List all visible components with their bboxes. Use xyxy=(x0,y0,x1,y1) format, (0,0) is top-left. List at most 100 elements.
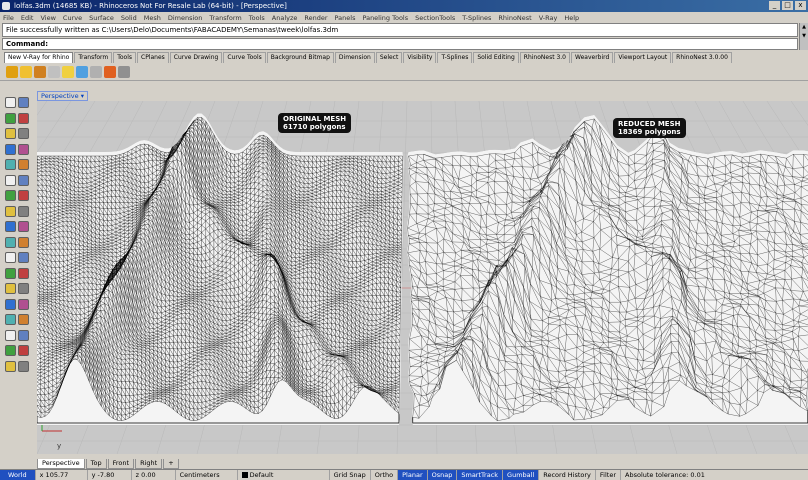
menu-paneling-tools[interactable]: Paneling Tools xyxy=(362,14,408,22)
layer-icon[interactable] xyxy=(18,345,29,356)
box-icon[interactable] xyxy=(5,190,16,201)
offset-icon[interactable] xyxy=(5,236,16,248)
osnap-toggle[interactable]: Osnap xyxy=(427,470,458,480)
menu-help[interactable]: Help xyxy=(564,14,579,22)
record-history-toggle[interactable]: Record History xyxy=(539,470,596,480)
add-viewport-tab-button[interactable]: + xyxy=(163,459,179,469)
sphere-icon[interactable] xyxy=(18,190,29,201)
menu-edit[interactable]: Edit xyxy=(21,14,34,22)
vray-help-icon[interactable] xyxy=(118,65,130,78)
circle-icon[interactable] xyxy=(5,128,16,139)
viewport-tab-front[interactable]: Front xyxy=(107,459,135,469)
original-mesh[interactable] xyxy=(37,113,404,426)
copy-icon[interactable] xyxy=(18,283,29,294)
mirror-icon[interactable] xyxy=(5,314,16,325)
text-icon[interactable] xyxy=(5,345,16,356)
toolbar-tab-weaverbird[interactable]: Weaverbird xyxy=(571,52,614,63)
toolbar-tab-solid-editing[interactable]: Solid Editing xyxy=(473,52,519,63)
ellipse-icon[interactable] xyxy=(5,143,16,155)
fillet-icon[interactable] xyxy=(18,221,29,232)
cylinder-icon[interactable] xyxy=(5,205,16,217)
scale-icon[interactable] xyxy=(18,298,29,310)
menu-transform[interactable]: Transform xyxy=(209,14,241,22)
extrude-icon[interactable] xyxy=(18,174,29,186)
polyline-icon[interactable] xyxy=(5,112,16,124)
toolbar-tab-rhinonest-3-0-00[interactable]: RhinoNest 3.0.00 xyxy=(672,52,732,63)
menu-rhinonest[interactable]: RhinoNest xyxy=(498,14,531,22)
vray-proxy-icon[interactable] xyxy=(90,65,102,78)
toolbar-tab-background-bitmap[interactable]: Background Bitmap xyxy=(266,52,334,63)
analyze-icon[interactable] xyxy=(5,329,16,341)
close-button[interactable]: x xyxy=(795,1,806,10)
grid-snap-toggle[interactable]: Grid Snap xyxy=(330,470,371,480)
move-icon[interactable] xyxy=(5,283,16,294)
vray-material-icon[interactable] xyxy=(48,65,60,78)
menu-mesh[interactable]: Mesh xyxy=(144,14,161,22)
menu-solid[interactable]: Solid xyxy=(121,14,137,22)
toolbar-tab-dimension[interactable]: Dimension xyxy=(334,52,375,63)
toolbar-tab-transform[interactable]: Transform xyxy=(74,52,113,63)
point-icon[interactable] xyxy=(18,97,29,108)
maximize-button[interactable]: □ xyxy=(782,1,793,10)
toolbar-tab-visibility[interactable]: Visibility xyxy=(403,52,437,63)
toolbar-tab-new-v-ray-for-rhino[interactable]: New V-Ray for Rhino xyxy=(4,52,74,63)
menu-tools[interactable]: Tools xyxy=(249,14,265,22)
vray-sun-icon[interactable] xyxy=(76,65,88,78)
viewport-menu-arrow-icon[interactable]: ▾ xyxy=(81,92,84,100)
planar-toggle[interactable]: Planar xyxy=(398,470,428,480)
arc-icon[interactable] xyxy=(18,128,29,139)
viewport-tab-right[interactable]: Right xyxy=(135,459,163,469)
split-icon[interactable] xyxy=(5,252,16,263)
properties-icon[interactable] xyxy=(5,360,16,372)
rotate-icon[interactable] xyxy=(5,298,16,310)
vray-render-icon[interactable] xyxy=(6,65,18,78)
join-icon[interactable] xyxy=(18,252,29,263)
reduced-mesh[interactable] xyxy=(406,114,808,425)
gumball-toggle[interactable]: Gumball xyxy=(503,470,540,480)
menu-sectiontools[interactable]: SectionTools xyxy=(415,14,455,22)
menu-analyze[interactable]: Analyze xyxy=(272,14,298,22)
toolbar-tab-curve-tools[interactable]: Curve Tools xyxy=(223,52,266,63)
viewport-tab-perspective[interactable]: Perspective xyxy=(37,459,85,469)
surface-icon[interactable] xyxy=(5,174,16,186)
menu-panels[interactable]: Panels xyxy=(335,14,356,22)
toolbar-tab-tools[interactable]: Tools xyxy=(113,52,136,63)
group-icon[interactable] xyxy=(18,267,29,279)
render-icon[interactable] xyxy=(18,360,29,372)
vray-frame-buffer-icon[interactable] xyxy=(34,65,46,78)
explode-icon[interactable] xyxy=(5,267,16,279)
toolbar-tab-select[interactable]: Select xyxy=(375,52,403,63)
menu-file[interactable]: File xyxy=(3,14,14,22)
toolbar-tab-t-splines[interactable]: T-Splines xyxy=(437,52,473,63)
toolbar-tab-curve-drawing[interactable]: Curve Drawing xyxy=(169,52,223,63)
menu-render[interactable]: Render xyxy=(304,14,327,22)
vray-fur-icon[interactable] xyxy=(104,65,116,78)
menu-t-splines[interactable]: T-Splines xyxy=(462,14,491,22)
viewport-tab-top[interactable]: Top xyxy=(85,459,107,469)
toolbar-tab-rhinonest-3-0[interactable]: RhinoNest 3.0 xyxy=(519,52,571,63)
menu-view[interactable]: View xyxy=(40,14,55,22)
polygon-icon[interactable] xyxy=(5,159,16,170)
smarttrack-toggle[interactable]: SmartTrack xyxy=(457,470,504,480)
toolbar-tab-cplanes[interactable]: CPlanes xyxy=(137,52,169,63)
perspective-viewport[interactable]: y ORIGINAL MESH 61710 polygons REDUCED M… xyxy=(37,101,808,454)
rectangle-icon[interactable] xyxy=(18,143,29,155)
vray-light-icon[interactable] xyxy=(62,65,74,78)
array-icon[interactable] xyxy=(18,314,29,325)
command-scrollbar[interactable]: ▲ ▼ xyxy=(799,23,808,50)
cplane-world[interactable]: World xyxy=(0,470,36,480)
menu-v-ray[interactable]: V-Ray xyxy=(539,14,558,22)
minimize-button[interactable]: _ xyxy=(769,1,780,10)
viewport-title-tab[interactable]: Perspective ▾ xyxy=(37,91,88,101)
toolbar-tab-viewport-layout[interactable]: Viewport Layout xyxy=(614,52,672,63)
menu-surface[interactable]: Surface xyxy=(89,14,114,22)
menu-curve[interactable]: Curve xyxy=(63,14,82,22)
boolean-icon[interactable] xyxy=(5,221,16,232)
dimension-icon[interactable] xyxy=(18,329,29,341)
ortho-toggle[interactable]: Ortho xyxy=(371,470,399,480)
select-icon[interactable] xyxy=(5,97,16,108)
filter-toggle[interactable]: Filter xyxy=(596,470,622,480)
vray-options-icon[interactable] xyxy=(20,65,32,78)
curve-icon[interactable] xyxy=(18,112,29,124)
current-layer[interactable]: Default xyxy=(238,470,330,480)
